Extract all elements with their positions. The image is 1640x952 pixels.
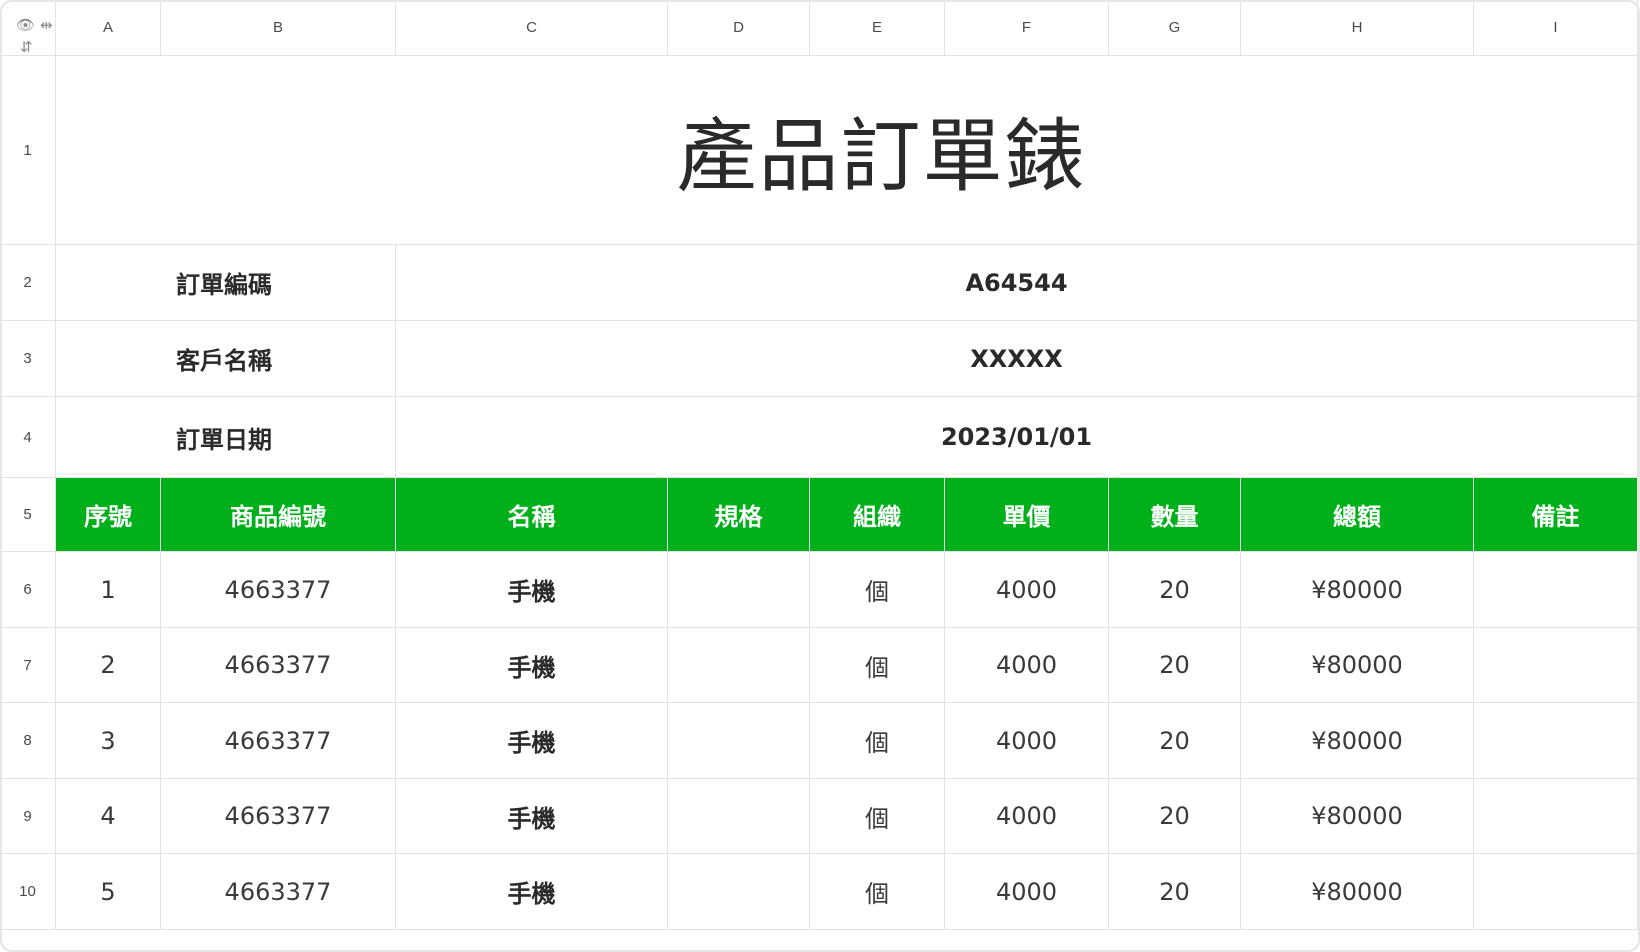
table-cell-remarks[interactable] — [1474, 854, 1638, 930]
table-cell-unit[interactable]: 個 — [810, 779, 945, 854]
table-cell-name[interactable]: 手機 — [396, 703, 668, 779]
table-cell-total[interactable]: ¥80000 — [1241, 703, 1474, 779]
table-cell-remarks[interactable] — [1474, 552, 1638, 628]
table-header-spec[interactable]: 規格 — [668, 478, 810, 552]
table-cell-quantity[interactable]: 20 — [1109, 779, 1241, 854]
table-header-remarks[interactable]: 備註 — [1474, 478, 1638, 552]
spreadsheet: 👁 ⇹ ⇵ A B C D E F G H I 1 產品訂單錶 2 訂單編碼 A… — [0, 0, 1640, 952]
table-cell-remarks[interactable] — [1474, 703, 1638, 779]
row-header-10[interactable]: 10 — [0, 854, 56, 930]
table-cell-unit-price[interactable]: 4000 — [945, 703, 1109, 779]
table-cell-product-code[interactable]: 4663377 — [161, 779, 396, 854]
select-all-corner[interactable]: 👁 ⇹ ⇵ — [0, 0, 56, 56]
table-header-unit-price[interactable]: 單價 — [945, 478, 1109, 552]
table-cell-spec[interactable] — [668, 628, 810, 703]
table-cell-serial[interactable]: 5 — [56, 854, 161, 930]
row-header-5[interactable]: 5 — [0, 478, 56, 552]
order-date-value[interactable]: 2023/01/01 — [396, 397, 1638, 478]
table-header-serial[interactable]: 序號 — [56, 478, 161, 552]
table-cell-name[interactable]: 手機 — [396, 628, 668, 703]
column-header-d[interactable]: D — [668, 0, 810, 56]
table-cell-quantity[interactable]: 20 — [1109, 628, 1241, 703]
table-cell-unit[interactable]: 個 — [810, 552, 945, 628]
table-cell-unit[interactable]: 個 — [810, 628, 945, 703]
table-cell-unit-price[interactable]: 4000 — [945, 854, 1109, 930]
table-cell-remarks[interactable] — [1474, 779, 1638, 854]
row-header-4[interactable]: 4 — [0, 397, 56, 478]
table-cell-serial[interactable]: 4 — [56, 779, 161, 854]
table-cell-unit-price[interactable]: 4000 — [945, 779, 1109, 854]
table-header-unit[interactable]: 組織 — [810, 478, 945, 552]
row-header-3[interactable]: 3 — [0, 321, 56, 397]
table-cell-serial[interactable]: 2 — [56, 628, 161, 703]
table-cell-total[interactable]: ¥80000 — [1241, 628, 1474, 703]
table-cell-unit[interactable]: 個 — [810, 703, 945, 779]
column-header-e[interactable]: E — [810, 0, 945, 56]
table-header-product-code[interactable]: 商品編號 — [161, 478, 396, 552]
customer-name-value[interactable]: XXXXX — [396, 321, 1638, 397]
order-number-label[interactable]: 訂單編碼 — [56, 245, 396, 321]
table-cell-quantity[interactable]: 20 — [1109, 854, 1241, 930]
table-cell-unit-price[interactable]: 4000 — [945, 628, 1109, 703]
column-header-g[interactable]: G — [1109, 0, 1241, 56]
table-header-name[interactable]: 名稱 — [396, 478, 668, 552]
table-cell-unit[interactable]: 個 — [810, 854, 945, 930]
table-cell-spec[interactable] — [668, 854, 810, 930]
column-header-h[interactable]: H — [1241, 0, 1474, 56]
row-header-9[interactable]: 9 — [0, 779, 56, 854]
column-header-a[interactable]: A — [56, 0, 161, 56]
table-cell-quantity[interactable]: 20 — [1109, 703, 1241, 779]
spreadsheet-grid: 👁 ⇹ ⇵ A B C D E F G H I 1 產品訂單錶 2 訂單編碼 A… — [0, 0, 1640, 930]
table-cell-unit-price[interactable]: 4000 — [945, 552, 1109, 628]
table-cell-product-code[interactable]: 4663377 — [161, 703, 396, 779]
row-header-6[interactable]: 6 — [0, 552, 56, 628]
table-cell-total[interactable]: ¥80000 — [1241, 854, 1474, 930]
table-cell-name[interactable]: 手機 — [396, 779, 668, 854]
table-cell-quantity[interactable]: 20 — [1109, 552, 1241, 628]
table-cell-spec[interactable] — [668, 552, 810, 628]
row-header-1[interactable]: 1 — [0, 56, 56, 245]
table-cell-name[interactable]: 手機 — [396, 552, 668, 628]
table-cell-serial[interactable]: 1 — [56, 552, 161, 628]
customer-name-label[interactable]: 客戶名稱 — [56, 321, 396, 397]
table-cell-product-code[interactable]: 4663377 — [161, 552, 396, 628]
row-header-7[interactable]: 7 — [0, 628, 56, 703]
table-cell-total[interactable]: ¥80000 — [1241, 779, 1474, 854]
table-cell-product-code[interactable]: 4663377 — [161, 854, 396, 930]
table-cell-serial[interactable]: 3 — [56, 703, 161, 779]
column-header-f[interactable]: F — [945, 0, 1109, 56]
column-header-b[interactable]: B — [161, 0, 396, 56]
eye-icon[interactable]: 👁 — [16, 18, 35, 33]
row-header-8[interactable]: 8 — [0, 703, 56, 779]
table-cell-product-code[interactable]: 4663377 — [161, 628, 396, 703]
table-cell-spec[interactable] — [668, 703, 810, 779]
order-date-label[interactable]: 訂單日期 — [56, 397, 396, 478]
table-cell-total[interactable]: ¥80000 — [1241, 552, 1474, 628]
collapse-columns-icon[interactable]: ⇹ — [40, 18, 53, 33]
collapse-rows-icon[interactable]: ⇵ — [20, 40, 33, 55]
table-cell-spec[interactable] — [668, 779, 810, 854]
order-number-value[interactable]: A64544 — [396, 245, 1638, 321]
table-header-quantity[interactable]: 數量 — [1109, 478, 1241, 552]
column-header-c[interactable]: C — [396, 0, 668, 56]
row-header-2[interactable]: 2 — [0, 245, 56, 321]
table-cell-name[interactable]: 手機 — [396, 854, 668, 930]
sheet-title-cell[interactable]: 產品訂單錶 — [56, 56, 1638, 245]
column-header-i[interactable]: I — [1474, 0, 1638, 56]
table-header-total[interactable]: 總額 — [1241, 478, 1474, 552]
table-cell-remarks[interactable] — [1474, 628, 1638, 703]
